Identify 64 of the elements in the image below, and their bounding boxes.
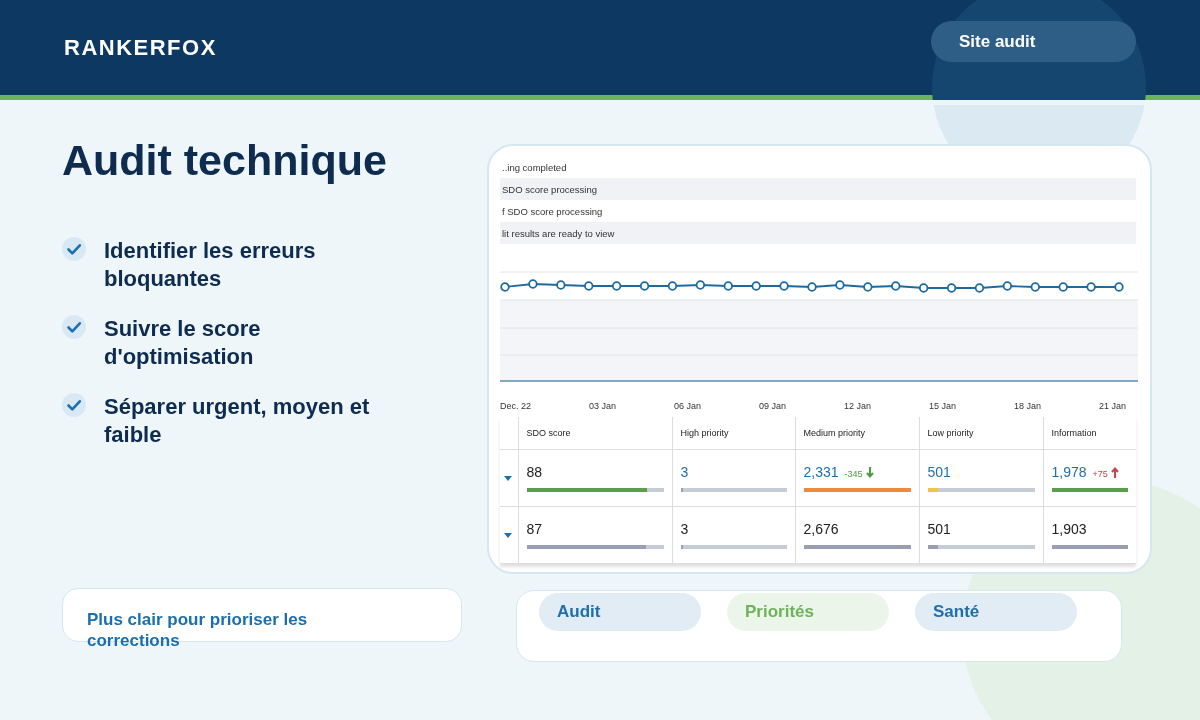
note-text: Plus clair pour prioriser les corrections	[87, 609, 309, 651]
column-header: SDO score	[526, 428, 571, 438]
metric-value: 1,903	[1051, 521, 1087, 537]
feature-text: Identifier les erreurs bloquantes	[104, 237, 317, 293]
data-point	[751, 281, 761, 291]
event-row: SDO score processing	[500, 178, 1136, 200]
caret-icon[interactable]	[504, 532, 512, 538]
feature-text: Suivre le score d'optimisation	[104, 315, 262, 371]
tag: Priorités	[727, 593, 889, 631]
metric-value: 2,676	[803, 521, 839, 537]
data-point	[974, 283, 985, 293]
page-title: Audit technique	[62, 136, 388, 185]
metric-value: 87	[526, 521, 543, 537]
event-row: lit results are ready to view	[500, 222, 1136, 244]
axis-label: 06 Jan	[673, 401, 701, 411]
data-point	[807, 282, 817, 292]
metric-link[interactable]: 501	[927, 464, 951, 480]
event-row-text: f SDO score processing	[501, 204, 604, 219]
axis-label: 21 Jan	[1098, 401, 1126, 411]
metric-change: -345	[844, 469, 863, 479]
data-point	[1058, 282, 1068, 292]
column-header: Low priority	[927, 428, 974, 438]
data-point	[891, 281, 901, 291]
caret-icon[interactable]	[504, 475, 512, 481]
data-point	[779, 281, 789, 291]
axis-label: 15 Jan	[928, 401, 956, 411]
data-point	[1086, 282, 1096, 292]
data-point	[835, 280, 845, 290]
data-point	[1030, 282, 1040, 292]
metric-change: +75	[1092, 469, 1108, 479]
data-point	[695, 280, 706, 290]
data-point	[556, 280, 566, 290]
data-point	[918, 283, 929, 293]
metric-link[interactable]: 1,978	[1051, 464, 1087, 480]
metric-value: 88	[526, 464, 543, 480]
data-point	[946, 283, 957, 293]
tag: Audit	[539, 593, 701, 631]
axis-label: 09 Jan	[758, 401, 786, 411]
section-badge: Site audit	[931, 21, 1136, 62]
axis-label: 12 Jan	[843, 401, 871, 411]
data-point	[667, 281, 678, 291]
axis-label: Dec. 22	[500, 401, 532, 411]
data-point	[1114, 282, 1124, 292]
data-point	[863, 282, 873, 292]
metric-value: 501	[927, 521, 951, 537]
data-point	[723, 281, 733, 291]
metric-value: 3	[680, 521, 689, 537]
event-row-text: ..ing completed	[501, 160, 568, 175]
data-point	[639, 281, 650, 291]
data-point	[500, 282, 510, 292]
metric-link[interactable]: 3	[680, 464, 689, 480]
data-point	[584, 281, 594, 291]
data-point	[1002, 281, 1013, 291]
tag: Santé	[915, 593, 1077, 631]
column-header: High priority	[680, 428, 729, 438]
axis-label: 03 Jan	[589, 401, 616, 411]
data-point	[611, 281, 622, 291]
metric-link[interactable]: 2,331	[803, 464, 839, 480]
brand-logo: RANKERFOX	[64, 34, 217, 61]
data-point	[528, 279, 538, 289]
column-header: Information	[1051, 428, 1097, 438]
axis-label: 18 Jan	[1013, 401, 1041, 411]
column-header: Medium priority	[803, 428, 865, 438]
feature-text: Séparer urgent, moyen et faible	[104, 393, 371, 449]
